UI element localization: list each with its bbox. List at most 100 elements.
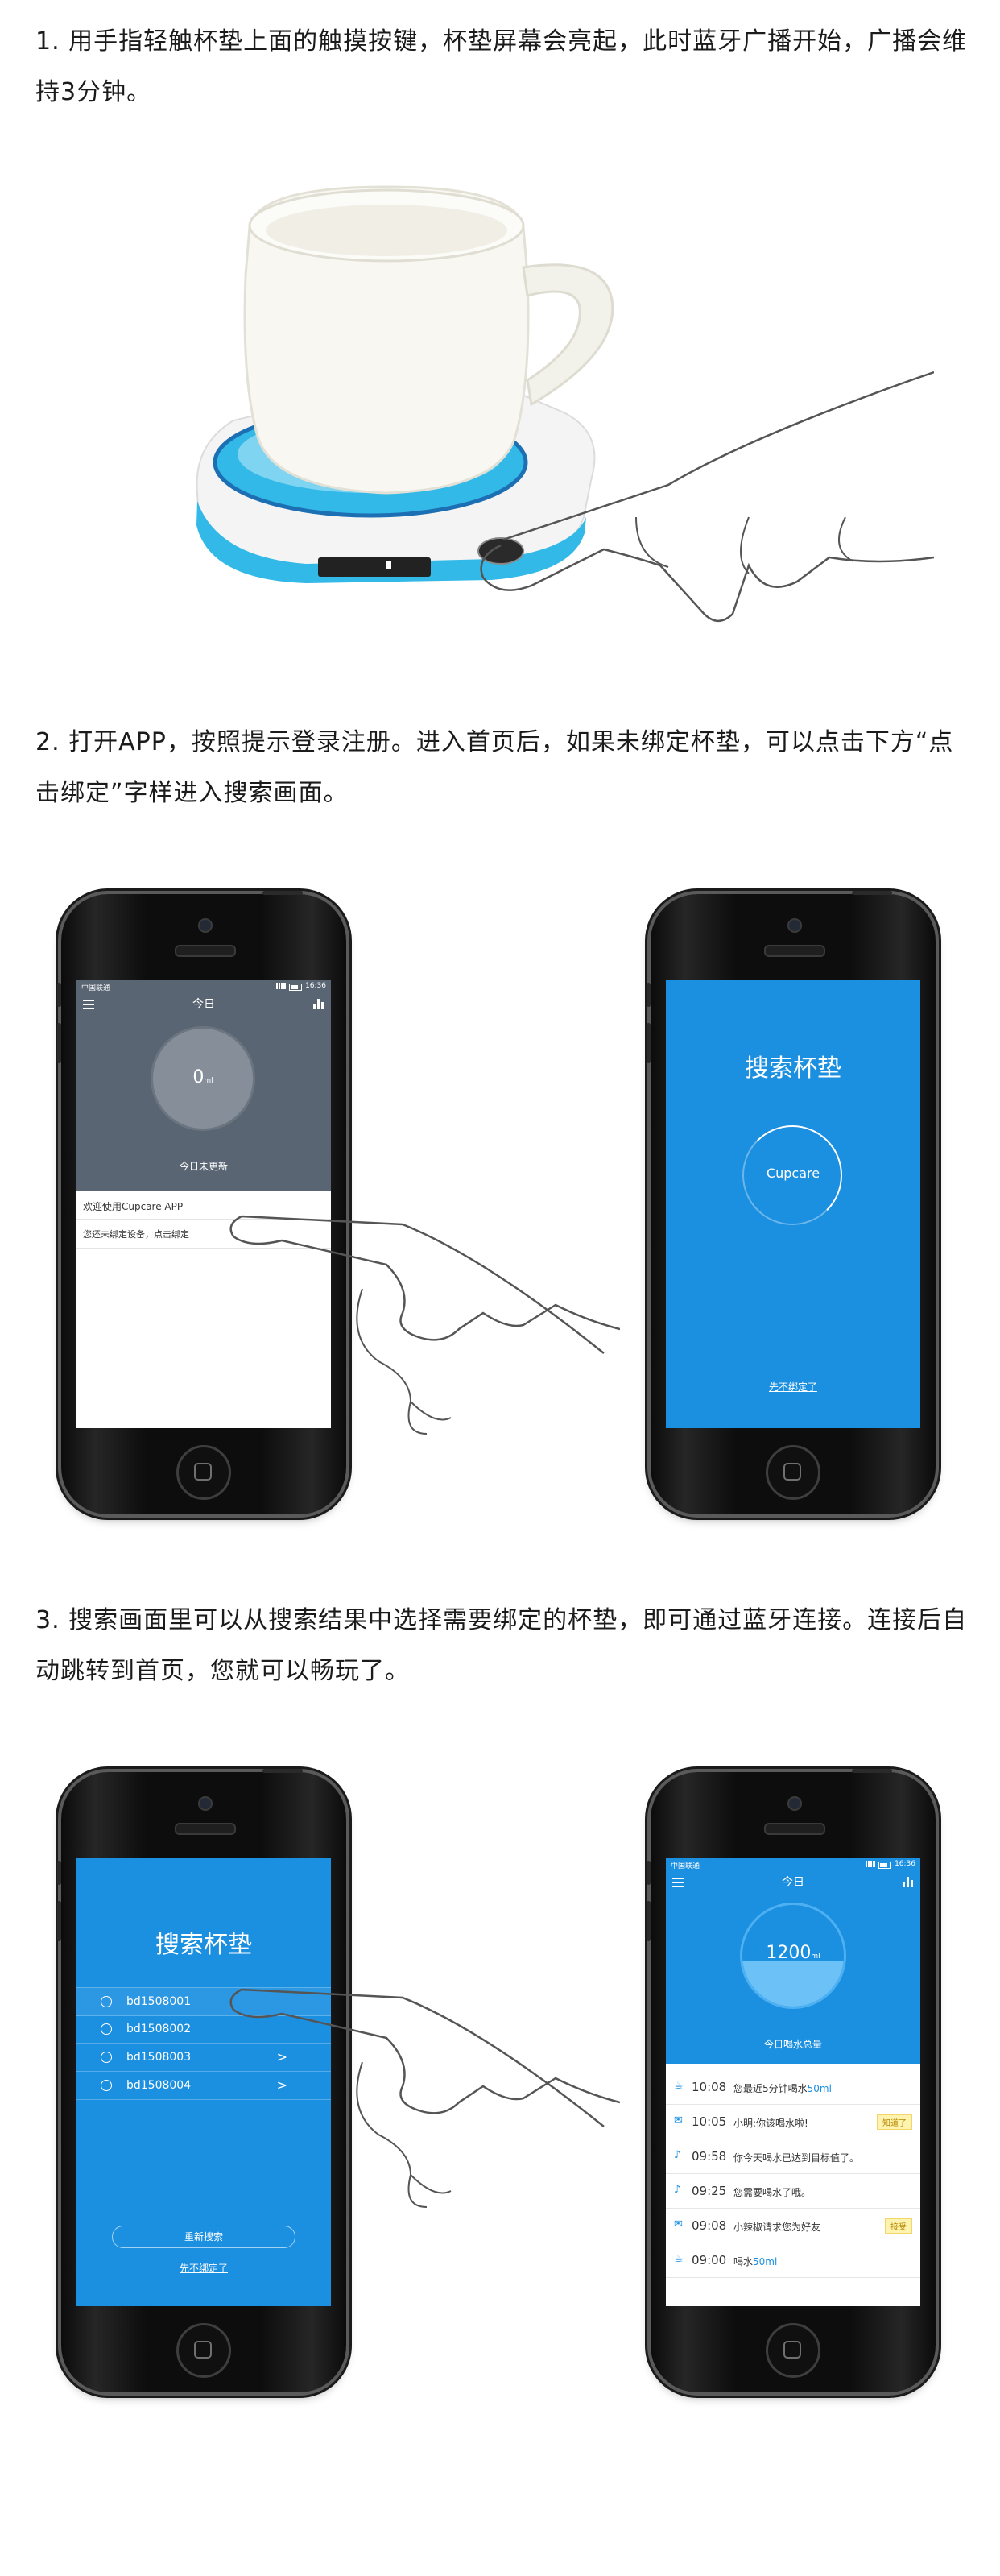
feed-text-wrap: 您最近5分钟喝水50ml bbox=[733, 2081, 832, 2095]
menu-icon[interactable] bbox=[672, 1878, 684, 1879]
update-status: 今日未更新 bbox=[179, 1161, 228, 1172]
nav-bar: 今日 bbox=[666, 1871, 920, 1894]
feed-time: 09:25 bbox=[692, 2184, 727, 2198]
skip-binding-link[interactable]: 先不绑定了 bbox=[666, 1380, 920, 1394]
feed-text: 小明:你该喝水啦! bbox=[733, 2118, 808, 2129]
home-button[interactable] bbox=[176, 2323, 231, 2378]
feed-action-tag[interactable]: 接受 bbox=[885, 2218, 912, 2234]
battery-icon bbox=[878, 1862, 891, 1869]
feed-text: 你今天喝水已达到目标值了。 bbox=[733, 2152, 860, 2164]
pointing-hand-illustration bbox=[229, 1215, 620, 1435]
feed-text-wrap: 小辣椒请求您为好友 bbox=[733, 2220, 820, 2234]
feed-row[interactable]: ♪ 09:25 您需要喝水了哦。 bbox=[666, 2174, 920, 2209]
front-camera bbox=[787, 918, 802, 933]
cup-icon: ☕ bbox=[674, 2080, 684, 2092]
home-button[interactable] bbox=[766, 1445, 820, 1500]
intake-value: 0 bbox=[192, 1067, 205, 1087]
feed-text-wrap: 喝水50ml bbox=[733, 2255, 777, 2268]
search-title: 搜索杯垫 bbox=[155, 1931, 252, 1959]
intake-unit: ml bbox=[204, 1077, 213, 1085]
feed-text-wrap: 您需要喝水了哦。 bbox=[733, 2185, 811, 2199]
device-name: bd1508001 bbox=[126, 1995, 192, 2008]
device-name: bd1508003 bbox=[126, 2051, 192, 2064]
feed-text: 小辣椒请求您为好友 bbox=[733, 2222, 821, 2233]
front-camera bbox=[198, 918, 213, 933]
bluetooth-icon bbox=[101, 2080, 112, 2091]
power-button bbox=[262, 891, 303, 895]
feed-text-wrap: 小明:你该喝水啦! bbox=[733, 2116, 808, 2130]
earpiece bbox=[764, 945, 825, 957]
status-bar: 中国联通 16:36 bbox=[76, 980, 331, 993]
page-title: 今日 bbox=[192, 998, 215, 1011]
clock: 16:36 bbox=[305, 982, 326, 990]
step-2-text: 2. 打开APP，按照提示登录注册。进入首页后，如果未绑定杯垫，可以点击下方“点… bbox=[35, 728, 954, 807]
feed-row[interactable]: ✉ 09:08 小辣椒请求您为好友 接受 bbox=[666, 2209, 920, 2243]
page-title: 今日 bbox=[782, 1876, 804, 1889]
bluetooth-icon bbox=[101, 1996, 112, 2007]
speaker-icon: ♪ bbox=[674, 2184, 681, 2196]
front-camera bbox=[787, 1796, 802, 1811]
mute-switch bbox=[647, 1861, 651, 1885]
device-name: bd1508004 bbox=[126, 2079, 192, 2092]
home-button[interactable] bbox=[766, 2323, 820, 2378]
feed-text-wrap: 你今天喝水已达到目标值了。 bbox=[733, 2151, 859, 2164]
mute-switch bbox=[57, 1861, 61, 1885]
nav-bar: 今日 bbox=[76, 993, 331, 1016]
screen: 搜索杯垫 Cupcare 先不绑定了 bbox=[666, 980, 920, 1428]
feed-time: 10:05 bbox=[692, 2114, 727, 2129]
feed-row[interactable]: ☕ 09:00 喝水50ml bbox=[666, 2243, 920, 2278]
pointing-hand-illustration bbox=[229, 1988, 620, 2208]
intake-unit: ml bbox=[811, 1953, 820, 1961]
mail-icon: ✉ bbox=[674, 2218, 683, 2230]
skip-binding-link[interactable]: 先不绑定了 bbox=[76, 2261, 331, 2275]
volume-button bbox=[647, 1901, 651, 1941]
feed-row[interactable]: ☕ 10:08 您最近5分钟喝水50ml bbox=[666, 2070, 920, 2105]
status-bar: 中国联通 16:36 bbox=[666, 1858, 920, 1871]
welcome-text: 欢迎使用Cupcare APP bbox=[83, 1201, 184, 1212]
volume-button bbox=[57, 1901, 61, 1941]
activity-feed: ☕ 10:08 您最近5分钟喝水50ml ✉ 10:05 小明:你该喝水啦! 知道了 ♪ 09:… bbox=[666, 2064, 920, 2306]
screen: 中国联通 16:36 今日 1200ml 今日喝水总量 ☕ 10:08 您最近5分钟… bbox=[666, 1858, 920, 2306]
spinner-label: Cupcare bbox=[766, 1166, 820, 1181]
power-button bbox=[852, 891, 892, 895]
bluetooth-icon bbox=[101, 2023, 112, 2035]
stats-icon[interactable] bbox=[903, 1877, 914, 1887]
carrier-label: 中国联通 bbox=[671, 1862, 700, 1870]
feed-action-tag[interactable]: 知道了 bbox=[877, 2114, 912, 2130]
bind-device-link[interactable]: 您还未绑定设备，点击绑定 bbox=[83, 1228, 189, 1240]
volume-button bbox=[647, 1023, 651, 1063]
carrier-label: 中国联通 bbox=[81, 984, 111, 992]
mute-switch bbox=[647, 983, 651, 1007]
cup-icon: ☕ bbox=[674, 2253, 684, 2265]
step-3-text: 3. 搜索画面里可以从搜索结果中选择需要绑定的杯垫，即可通过蓝牙连接。连接后自动… bbox=[35, 1606, 968, 1685]
stats-icon[interactable] bbox=[313, 999, 324, 1009]
feed-time: 09:08 bbox=[692, 2218, 727, 2233]
feed-time: 09:00 bbox=[692, 2253, 727, 2267]
intake-value: 1200 bbox=[766, 1943, 812, 1963]
feed-text: 喝水 bbox=[733, 2256, 754, 2267]
cup-coaster-illustration bbox=[196, 185, 934, 622]
feed-highlight: 50ml bbox=[807, 2083, 832, 2094]
battery-icon bbox=[289, 984, 302, 991]
water-gauge: 1200ml bbox=[740, 1903, 846, 2009]
menu-icon[interactable] bbox=[83, 1000, 94, 1001]
earpiece bbox=[175, 1823, 236, 1835]
intake-caption: 今日喝水总量 bbox=[763, 2039, 822, 2050]
power-button bbox=[262, 1769, 303, 1773]
front-camera bbox=[198, 1796, 213, 1811]
feed-row[interactable]: ♪ 09:58 你今天喝水已达到目标值了。 bbox=[666, 2139, 920, 2174]
phone-search: 搜索杯垫 Cupcare 先不绑定了 bbox=[647, 891, 936, 1514]
device-name: bd1508002 bbox=[126, 2023, 192, 2036]
mute-switch bbox=[57, 983, 61, 1007]
feed-time: 09:58 bbox=[692, 2149, 727, 2164]
feed-text: 您最近5分钟喝水 bbox=[733, 2083, 808, 2094]
power-button bbox=[852, 1769, 892, 1773]
bluetooth-icon bbox=[101, 2052, 112, 2063]
step-1-text: 1. 用手指轻触杯垫上面的触摸按键，杯垫屏幕会亮起，此时蓝牙广播开始，广播会维持… bbox=[35, 27, 968, 106]
signal-icon bbox=[866, 1861, 875, 1867]
water-fill bbox=[742, 1961, 844, 2007]
speaker-icon: ♪ bbox=[674, 2149, 681, 2161]
intake-ring: 0ml bbox=[151, 1026, 255, 1131]
search-title: 搜索杯垫 bbox=[745, 1054, 841, 1083]
feed-row[interactable]: ✉ 10:05 小明:你该喝水啦! 知道了 bbox=[666, 2105, 920, 2139]
